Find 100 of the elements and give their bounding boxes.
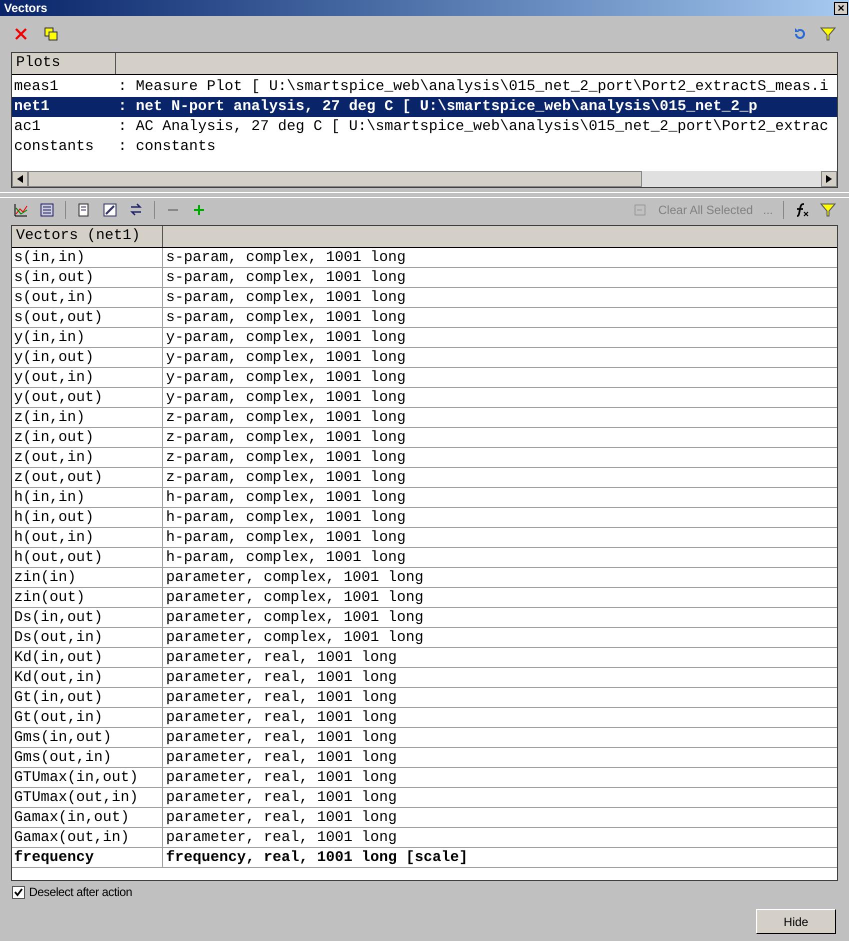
vector-info: parameter, real, 1001 long xyxy=(165,769,397,787)
vector-info: parameter, complex, 1001 long xyxy=(165,609,424,627)
vector-row[interactable]: z(in,in) z-param, complex, 1001 long xyxy=(12,408,837,428)
vector-row[interactable]: h(out,out) h-param, complex, 1001 long xyxy=(12,548,837,568)
scroll-thumb[interactable] xyxy=(28,171,642,187)
vector-row[interactable]: zin(out) parameter, complex, 1001 long xyxy=(12,588,837,608)
vector-row[interactable]: Gamax(in,out) parameter, real, 1001 long xyxy=(12,808,837,828)
vector-info: parameter, real, 1001 long xyxy=(165,829,397,847)
plot-row[interactable]: meas1 : Measure Plot [ U:\smartspice_web\analysis\015_net_2_port\Port2_extractS_meas.i xyxy=(12,77,837,97)
column-header[interactable]: Plots xyxy=(12,53,116,74)
vector-name: frequency xyxy=(12,848,163,867)
vector-row[interactable]: Gt(out,in) parameter, real, 1001 long xyxy=(12,708,837,728)
delete-icon[interactable] xyxy=(13,26,29,42)
checkbox[interactable] xyxy=(12,886,25,898)
vector-info: y-param, complex, 1001 long xyxy=(165,329,406,347)
refresh-icon[interactable] xyxy=(792,26,808,42)
function-icon[interactable] xyxy=(794,202,810,218)
vector-info: s-param, complex, 1001 long xyxy=(165,249,406,267)
vector-name: GTUmax(out,in) xyxy=(12,788,163,807)
hide-button[interactable]: Hide xyxy=(756,909,836,934)
vector-row[interactable]: h(in,out) h-param, complex, 1001 long xyxy=(12,508,837,528)
plot-description: : net N-port analysis, 27 deg C [ U:\smartspice_web\analysis\015_net_2_p xyxy=(118,98,758,117)
vector-row[interactable]: Gms(in,out) parameter, real, 1001 long xyxy=(12,728,837,748)
filter-icon[interactable] xyxy=(820,202,836,218)
right-arrow-icon xyxy=(826,175,832,183)
vector-row[interactable]: s(in,out) s-param, complex, 1001 long xyxy=(12,268,837,288)
vector-info: z-param, complex, 1001 long xyxy=(165,409,406,427)
vector-row[interactable]: Gt(in,out) parameter, real, 1001 long xyxy=(12,688,837,708)
vector-row[interactable]: Gamax(out,in) parameter, real, 1001 long xyxy=(12,828,837,848)
vector-info: parameter, complex, 1001 long xyxy=(165,589,424,607)
vector-name: Kd(out,in) xyxy=(12,668,163,687)
vector-row[interactable]: Ds(out,in) parameter, complex, 1001 long xyxy=(12,628,837,648)
vector-info: parameter, real, 1001 long xyxy=(165,789,397,807)
plot-name: net1 xyxy=(14,98,51,117)
vector-row[interactable]: z(out,in) z-param, complex, 1001 long xyxy=(12,448,837,468)
vector-row[interactable]: y(out,out) y-param, complex, 1001 long xyxy=(12,388,837,408)
close-button[interactable]: × xyxy=(834,2,848,14)
column-header[interactable]: Vectors (net1) xyxy=(12,226,163,247)
vector-row[interactable]: s(out,in) s-param, complex, 1001 long xyxy=(12,288,837,308)
vector-row[interactable]: z(out,out) z-param, complex, 1001 long xyxy=(12,468,837,488)
vector-name: s(in,in) xyxy=(12,248,163,267)
vector-row[interactable]: GTUmax(in,out) parameter, real, 1001 long xyxy=(12,768,837,788)
vector-row[interactable]: h(out,in) h-param, complex, 1001 long xyxy=(12,528,837,548)
scroll-left-button[interactable] xyxy=(12,171,28,187)
vector-name: z(in,in) xyxy=(12,408,163,427)
vector-row[interactable]: z(in,out) z-param, complex, 1001 long xyxy=(12,428,837,448)
vector-name: y(in,out) xyxy=(12,348,163,367)
vector-row[interactable]: Ds(in,out) parameter, complex, 1001 long xyxy=(12,608,837,628)
vector-info: parameter, complex, 1001 long xyxy=(165,569,424,587)
copy-icon[interactable] xyxy=(43,26,59,42)
vector-name: y(out,out) xyxy=(12,388,163,407)
plot-description: : constants xyxy=(118,138,216,157)
window-title: Vectors xyxy=(4,1,48,15)
vector-name: Gamax(in,out) xyxy=(12,808,163,827)
vector-name: zin(in) xyxy=(12,568,163,587)
left-arrow-icon xyxy=(17,175,23,183)
vector-name: s(out,out) xyxy=(12,308,163,327)
vector-info: parameter, real, 1001 long xyxy=(165,689,397,707)
vector-name: Gt(out,in) xyxy=(12,708,163,727)
vector-info: y-param, complex, 1001 long xyxy=(165,349,406,367)
vector-info: s-param, complex, 1001 long xyxy=(165,269,406,287)
vector-row[interactable]: Kd(in,out) parameter, real, 1001 long xyxy=(12,648,837,668)
plot-name: constants xyxy=(14,138,95,157)
vector-info: s-param, complex, 1001 long xyxy=(165,309,406,327)
vector-info: parameter, real, 1001 long xyxy=(165,649,397,667)
plot-name: ac1 xyxy=(14,118,42,137)
filter-icon[interactable] xyxy=(820,26,836,42)
edit-icon[interactable] xyxy=(102,202,118,218)
scroll-right-button[interactable] xyxy=(821,171,837,187)
vector-row[interactable]: Gms(out,in) parameter, real, 1001 long xyxy=(12,748,837,768)
vector-row[interactable]: y(in,in) y-param, complex, 1001 long xyxy=(12,328,837,348)
vector-name: GTUmax(in,out) xyxy=(12,768,163,787)
vector-row[interactable]: h(in,in) h-param, complex, 1001 long xyxy=(12,488,837,508)
plot-row[interactable]: ac1 : AC Analysis, 27 deg C [ U:\smartspice_web\analysis\015_net_2_port\Port2_extrac xyxy=(12,117,837,137)
plot-description: : AC Analysis, 27 deg C [ U:\smartspice_web\analysis\015_net_2_port\Port2_extrac xyxy=(118,118,828,137)
vector-info: frequency, real, 1001 long [scale] xyxy=(165,849,468,867)
vector-row[interactable]: s(out,out) s-param, complex, 1001 long xyxy=(12,308,837,328)
vector-row[interactable]: frequency frequency, real, 1001 long [scale] xyxy=(12,848,837,868)
vector-row[interactable]: y(out,in) y-param, complex, 1001 long xyxy=(12,368,837,388)
swap-icon[interactable] xyxy=(128,202,144,218)
vector-row[interactable]: Kd(out,in) parameter, real, 1001 long xyxy=(12,668,837,688)
vector-name: zin(out) xyxy=(12,588,163,607)
vector-name: Ds(in,out) xyxy=(12,608,163,627)
vector-row[interactable]: s(in,in) s-param, complex, 1001 long xyxy=(12,248,837,268)
vector-info: h-param, complex, 1001 long xyxy=(165,529,406,547)
vector-name: h(in,out) xyxy=(12,508,163,527)
vector-name: s(in,out) xyxy=(12,268,163,287)
vector-row[interactable]: GTUmax(out,in) parameter, real, 1001 long xyxy=(12,788,837,808)
vector-row[interactable]: y(in,out) y-param, complex, 1001 long xyxy=(12,348,837,368)
plot-row[interactable]: constants : constants xyxy=(12,137,837,157)
chart-icon[interactable] xyxy=(13,202,29,218)
horizontal-scrollbar[interactable] xyxy=(12,171,837,187)
vector-info: z-param, complex, 1001 long xyxy=(165,449,406,467)
vector-name: Gms(in,out) xyxy=(12,728,163,747)
vector-row[interactable]: zin(in) parameter, complex, 1001 long xyxy=(12,568,837,588)
vector-info: parameter, complex, 1001 long xyxy=(165,629,424,647)
list-icon[interactable] xyxy=(39,202,55,218)
vector-info: h-param, complex, 1001 long xyxy=(165,489,406,507)
vector-info: parameter, real, 1001 long xyxy=(165,709,397,727)
plot-row[interactable]: net1 : net N-port analysis, 27 deg C [ U:\smartspice_web\analysis\015_net_2_p xyxy=(12,97,837,117)
